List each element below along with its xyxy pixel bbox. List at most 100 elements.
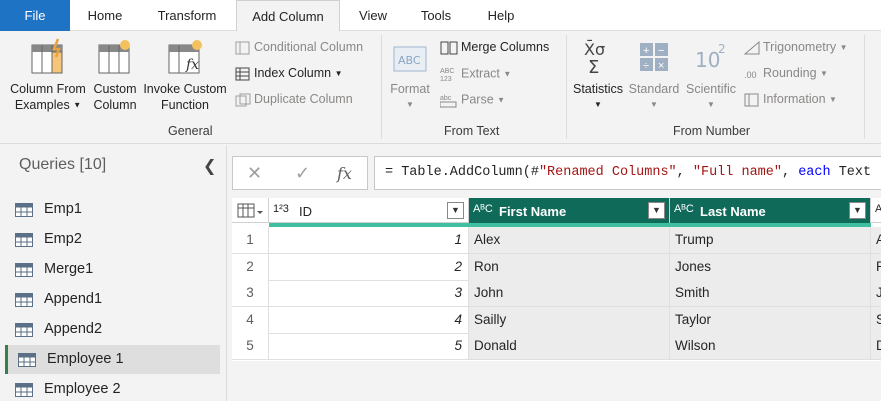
- table-cell[interactable]: Sailly: [469, 306, 670, 334]
- query-item-label: Append1: [44, 291, 103, 307]
- tab-home[interactable]: Home: [74, 0, 136, 31]
- table-cell[interactable]: Donald: [469, 333, 670, 360]
- rounding-button[interactable]: .00 Rounding ▼: [744, 66, 828, 81]
- tab-file[interactable]: File: [0, 0, 70, 31]
- extract-icon: ABC123: [440, 68, 454, 82]
- column-header-id[interactable]: 1²3 ID ▼: [269, 198, 469, 223]
- duplicate-column-button[interactable]: Duplicate Column: [235, 92, 353, 107]
- column-from-examples-button[interactable]: Column From Examples ▼: [5, 37, 91, 114]
- conditional-column-icon: [235, 41, 250, 55]
- cancel-icon[interactable]: ✕: [247, 163, 262, 184]
- query-item[interactable]: Employee 2: [5, 375, 220, 401]
- filter-dropdown-icon[interactable]: ▼: [648, 202, 665, 219]
- table-cell[interactable]: Ron: [469, 253, 670, 281]
- custom-column-button[interactable]: Custom Column: [91, 37, 139, 113]
- information-label: Information: [763, 92, 826, 106]
- query-item-label: Merge1: [44, 261, 94, 277]
- invoke-custom-function-button[interactable]: fx Invoke Custom Function: [140, 37, 230, 113]
- query-item-label: Employee 2: [44, 381, 121, 397]
- table-cell[interactable]: 5: [269, 333, 469, 360]
- table-cell[interactable]: Alex: [469, 227, 670, 254]
- column-header-partial[interactable]: A: [871, 198, 881, 223]
- svg-text:+: +: [643, 45, 649, 57]
- duplicate-column-label: Duplicate Column: [254, 92, 353, 106]
- table-cell[interactable]: J: [871, 280, 881, 307]
- chevron-down-icon: ▼: [73, 100, 82, 110]
- formula-bar[interactable]: = Table.AddColumn(#"Renamed Columns", "F…: [374, 156, 881, 190]
- table-cell[interactable]: 2: [269, 253, 469, 281]
- table-icon: [15, 383, 33, 397]
- collapse-pane-icon[interactable]: ❮: [203, 156, 216, 176]
- tab-tools[interactable]: Tools: [408, 0, 464, 31]
- query-item[interactable]: Merge1: [5, 255, 220, 284]
- chevron-down-icon: ▼: [829, 95, 837, 105]
- merge-columns-button[interactable]: Merge Columns: [440, 40, 549, 55]
- query-item[interactable]: Emp2: [5, 225, 220, 254]
- table-cell[interactable]: Smith: [670, 280, 871, 307]
- row-number: 1: [232, 227, 269, 254]
- tab-help[interactable]: Help: [476, 0, 526, 31]
- ribbon-separator: [566, 35, 567, 139]
- statistics-button[interactable]: X̄σ Σ Statistics ▼: [571, 37, 625, 113]
- query-item-label: Emp1: [44, 201, 82, 217]
- table-cell[interactable]: 1: [269, 227, 469, 254]
- invoke-custom-function-label-2: Function: [161, 98, 209, 112]
- chevron-down-icon: ▼: [503, 69, 512, 79]
- format-button[interactable]: ABC Format ▼: [387, 37, 433, 113]
- extract-label: Extract: [461, 66, 500, 81]
- table-cell[interactable]: S: [871, 306, 881, 334]
- table-cell[interactable]: 3: [269, 280, 469, 307]
- column-header-label: ID: [299, 204, 312, 219]
- query-item[interactable]: Append2: [5, 315, 220, 344]
- conditional-column-button[interactable]: Conditional Column: [235, 40, 363, 55]
- information-icon: [744, 93, 759, 107]
- table-cell[interactable]: D: [871, 333, 881, 360]
- extract-button[interactable]: ABC 123 Extract ▼: [440, 66, 511, 82]
- ribbon-tab-bar: File Home Transform Add Column View Tool…: [0, 0, 881, 32]
- invoke-custom-function-label-1: Invoke Custom: [143, 82, 227, 96]
- table-cell[interactable]: Taylor: [670, 306, 871, 334]
- table-menu-button[interactable]: [232, 198, 269, 223]
- table-cell[interactable]: R: [871, 253, 881, 281]
- trigonometry-button[interactable]: Trigonometry ▼: [744, 40, 848, 55]
- query-item[interactable]: Emp1: [5, 195, 220, 224]
- information-button[interactable]: Information ▼: [744, 92, 837, 107]
- svg-text:abc: abc: [440, 95, 452, 102]
- table-cell[interactable]: John: [469, 280, 670, 307]
- table-cell[interactable]: Wilson: [670, 333, 871, 360]
- row-number: 4: [232, 306, 269, 334]
- table-cell[interactable]: Jones: [670, 253, 871, 281]
- text-type-icon: AᴮC: [473, 203, 493, 215]
- table-cell[interactable]: A: [871, 227, 881, 254]
- row-number: 5: [232, 333, 269, 360]
- query-item[interactable]: Employee 1: [5, 345, 220, 374]
- standard-button[interactable]: + − ÷ × Standard ▼: [626, 37, 682, 113]
- rounding-label: Rounding: [763, 66, 817, 80]
- chevron-down-icon: ▼: [497, 95, 506, 105]
- parse-button[interactable]: abc Parse ▼: [440, 92, 505, 108]
- table-cell[interactable]: 4: [269, 306, 469, 334]
- svg-text:÷: ÷: [643, 60, 649, 72]
- table-cell[interactable]: Trump: [670, 227, 871, 254]
- filter-dropdown-icon[interactable]: ▼: [849, 202, 866, 219]
- scientific-button[interactable]: 10 2 Scientific ▼: [684, 37, 738, 113]
- index-column-icon: [235, 67, 250, 81]
- conditional-column-label: Conditional Column: [254, 40, 364, 54]
- tab-view[interactable]: View: [350, 0, 396, 31]
- column-header-first-name[interactable]: AᴮC First Name ▼: [469, 198, 670, 223]
- commit-icon[interactable]: ✓: [295, 163, 310, 184]
- svg-text:−: −: [658, 45, 664, 57]
- index-column-button[interactable]: Index Column ▼: [235, 66, 343, 81]
- table-icon: [237, 203, 263, 218]
- filter-dropdown-icon[interactable]: ▼: [447, 202, 464, 219]
- query-item[interactable]: Append1: [5, 285, 220, 314]
- tab-add-column[interactable]: Add Column: [236, 0, 340, 32]
- formula-arg1: "Renamed Columns": [538, 165, 677, 180]
- formula-prefix: = Table.AddColumn(#: [385, 165, 539, 180]
- column-header-last-name[interactable]: AᴮC Last Name ▼: [670, 198, 871, 223]
- duplicate-column-icon: [235, 93, 251, 107]
- fx-icon[interactable]: fx: [337, 164, 352, 183]
- tab-transform[interactable]: Transform: [146, 0, 228, 31]
- query-item-label: Employee 1: [47, 351, 124, 367]
- table-icon: [15, 263, 33, 277]
